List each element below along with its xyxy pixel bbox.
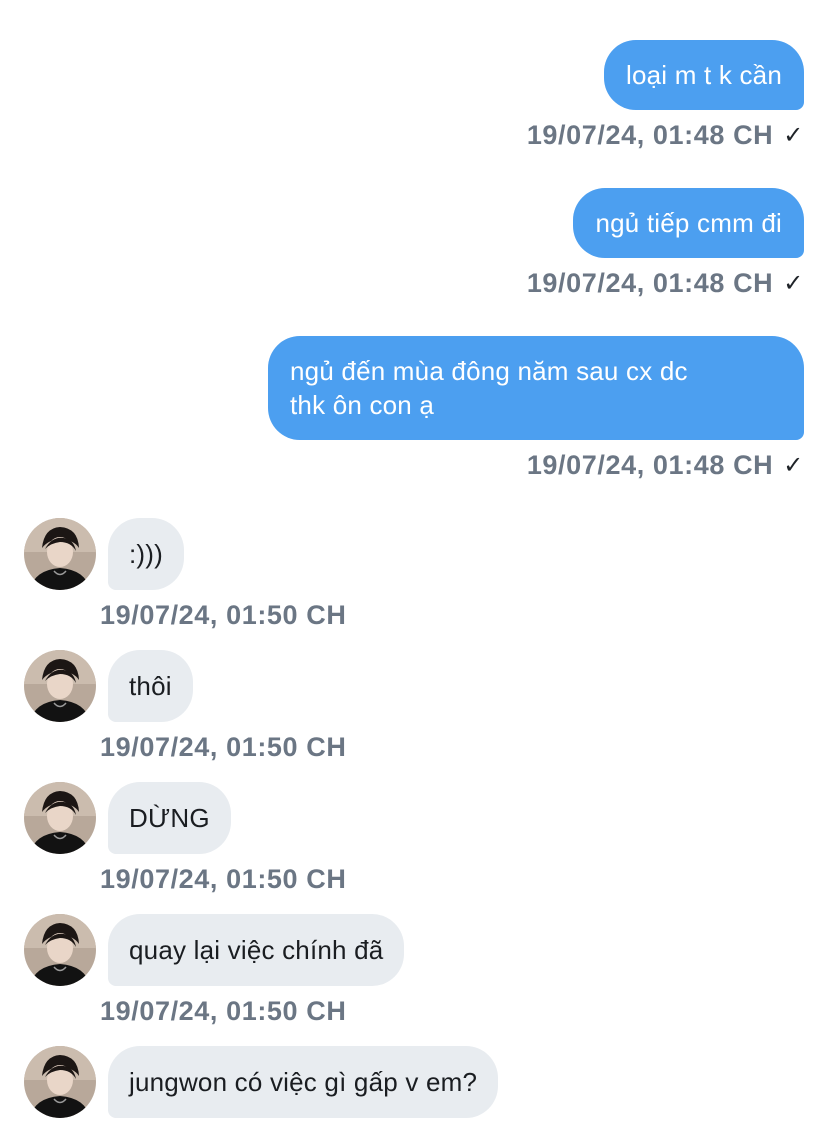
incoming-message: DỪNG (24, 782, 231, 854)
outgoing-message: ngủ đến mùa đông năm sau cx dc thk ôn co… (268, 336, 804, 481)
outgoing-message: ngủ tiếp cmm đi 19/07/24, 01:48 CH ✓ (527, 188, 804, 299)
timestamp: 19/07/24, 01:50 CH (100, 732, 347, 762)
avatar-icon[interactable] (24, 914, 96, 986)
message-meta: 19/07/24, 01:48 CH ✓ (527, 450, 804, 481)
incoming-bubble[interactable]: :))) (108, 518, 184, 590)
message-thread[interactable]: loại m t k cần 19/07/24, 01:48 CH ✓ ngủ … (0, 0, 828, 1132)
incoming-bubble[interactable]: jungwon có việc gì gấp v em? (108, 1046, 499, 1118)
message-text-line: thk ôn con ạ (290, 390, 435, 420)
avatar-icon[interactable] (24, 782, 96, 854)
incoming-message: :))) (24, 518, 184, 590)
message-text: jungwon có việc gì gấp v em? (129, 1067, 478, 1097)
message-text: quay lại việc chính đã (129, 935, 384, 965)
message-meta: 19/07/24, 01:48 CH ✓ (527, 268, 804, 299)
timestamp: 19/07/24, 01:50 CH (100, 600, 347, 630)
message-text: DỪNG (129, 803, 210, 833)
timestamp: 19/07/24, 01:50 CH (100, 864, 347, 894)
timestamp: 19/07/24, 01:48 CH (526, 450, 774, 480)
message-text: loại m t k cần (626, 60, 782, 90)
outgoing-bubble[interactable]: loại m t k cần (604, 40, 804, 110)
check-icon: ✓ (783, 270, 804, 297)
incoming-message: thôi (24, 650, 193, 722)
message-meta: 19/07/24, 01:48 CH ✓ (527, 120, 804, 151)
message-text: ngủ tiếp cmm đi (595, 208, 782, 238)
timestamp: 19/07/24, 01:48 CH (526, 268, 774, 298)
incoming-message: quay lại việc chính đã (24, 914, 405, 986)
message-text: :))) (129, 539, 163, 569)
message-text-line: ngủ đến mùa đông năm sau cx dc (290, 356, 688, 386)
avatar-icon[interactable] (24, 518, 96, 590)
incoming-bubble[interactable]: quay lại việc chính đã (108, 914, 405, 986)
timestamp: 19/07/24, 01:50 CH (100, 996, 347, 1026)
avatar-icon[interactable] (24, 1046, 96, 1118)
outgoing-bubble[interactable]: ngủ đến mùa đông năm sau cx dc thk ôn co… (268, 336, 804, 440)
incoming-bubble[interactable]: DỪNG (108, 782, 231, 854)
incoming-bubble[interactable]: thôi (108, 650, 193, 722)
timestamp: 19/07/24, 01:48 CH (526, 120, 774, 150)
check-icon: ✓ (783, 122, 804, 149)
outgoing-message: loại m t k cần 19/07/24, 01:48 CH ✓ (527, 40, 804, 151)
check-icon: ✓ (783, 452, 804, 479)
outgoing-bubble[interactable]: ngủ tiếp cmm đi (573, 188, 804, 258)
message-text: thôi (129, 671, 172, 701)
avatar-icon[interactable] (24, 650, 96, 722)
incoming-message: jungwon có việc gì gấp v em? (24, 1046, 499, 1118)
